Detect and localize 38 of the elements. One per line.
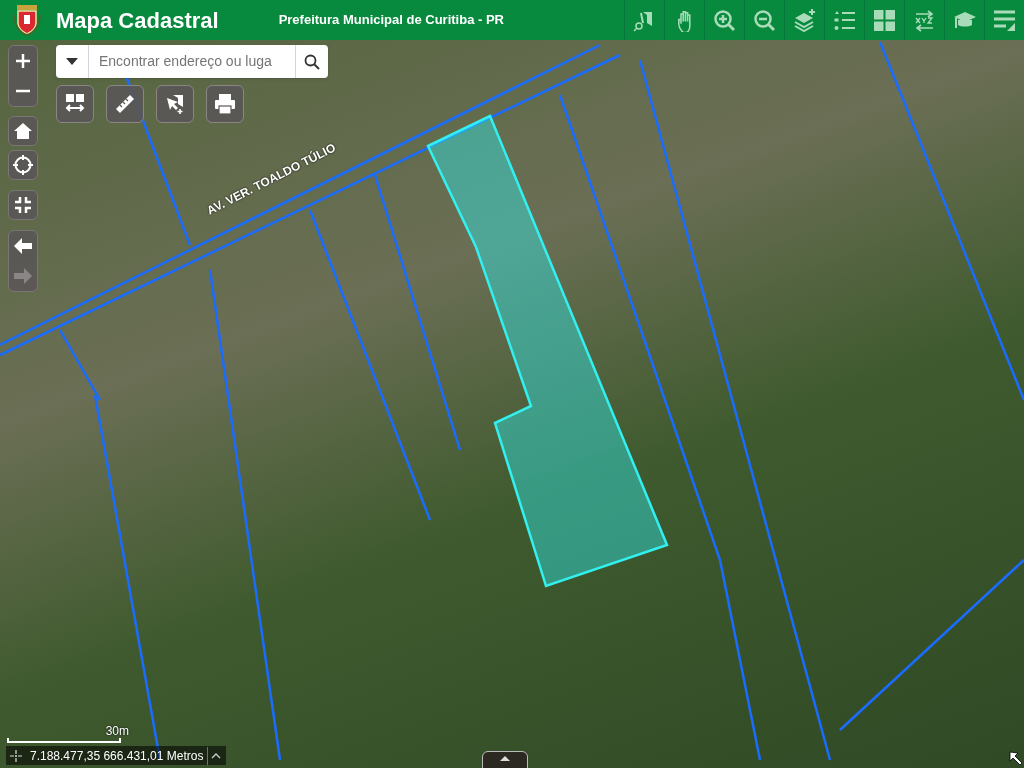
search-source-dropdown[interactable] [56,45,89,78]
selected-parcel[interactable] [426,114,669,588]
plus-icon [15,53,31,69]
menu-icon [993,8,1016,32]
left-arrow-icon [13,237,33,255]
ruler-tool-button[interactable] [106,85,144,123]
ruler-icon [114,93,136,115]
expand-panel-button[interactable] [482,751,528,768]
search-icon [304,53,320,70]
select-cursor-tool-button[interactable] [156,85,194,123]
printer-tool-button[interactable] [206,85,244,123]
collapse-icon [15,197,31,213]
scale-label: 30m [105,724,129,738]
app-title: Mapa Cadastral [56,6,219,35]
crosshair-icon [10,749,22,762]
locate-button[interactable] [8,150,38,180]
printer-icon [214,93,236,115]
chevron-up-icon [211,752,222,759]
zoom-in-icon [713,8,736,32]
home-icon [13,122,33,140]
grid-icon [873,8,896,32]
zoom-out-icon [753,8,776,32]
resize-arrow-icon [1009,751,1023,765]
coordinates-readout: 7.188.477,35 666.431,01 Metros [26,746,209,765]
right-arrow-icon [13,267,33,285]
layers-icon [793,8,816,32]
caret-icon [66,58,78,65]
search-button[interactable] [295,45,328,78]
home-button[interactable] [8,116,38,146]
coordinate-convert-icon [913,8,936,32]
triangle-up-icon [500,756,510,761]
app-subtitle: Prefeitura Municipal de Curitiba - PR [278,11,504,30]
collapse-button[interactable] [8,190,38,220]
crosshair-icon [13,155,33,175]
swipe-tool-button[interactable] [56,85,94,123]
select-cursor-icon [164,93,186,115]
coat-of-arms-logo [12,3,42,37]
search-field[interactable]: Encontrar endereço ou luga [89,45,295,78]
